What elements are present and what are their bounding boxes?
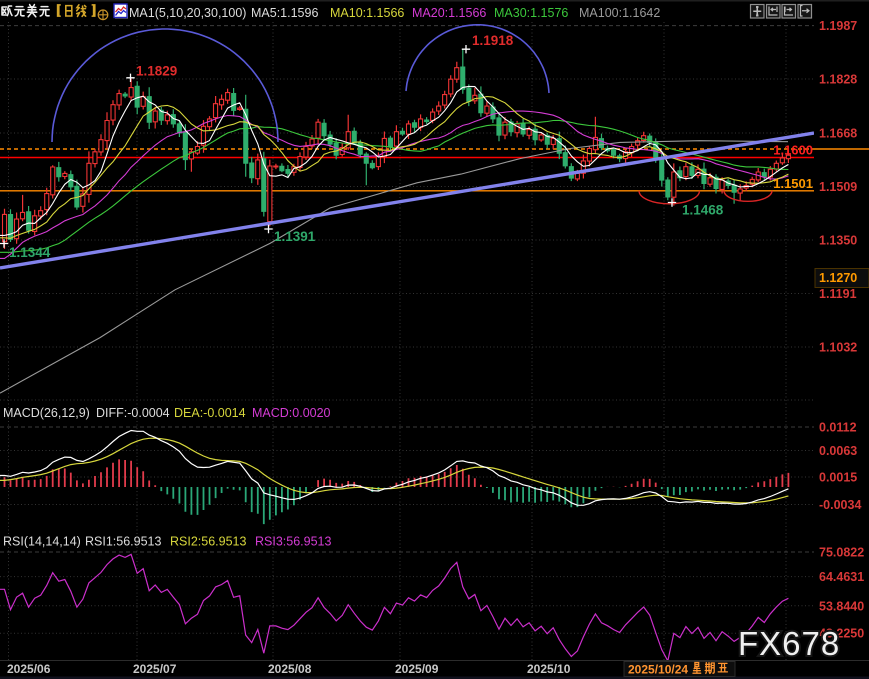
svg-text:MA30:1.1576: MA30:1.1576 [494,6,568,20]
svg-text:2025/10: 2025/10 [527,662,571,676]
svg-text:MA1(5,10,20,30,100): MA1(5,10,20,30,100) [129,6,246,20]
svg-text:FX678: FX678 [738,625,840,662]
svg-text:MA10:1.1566: MA10:1.1566 [330,6,404,20]
svg-text:1.1350: 1.1350 [819,234,857,248]
svg-text:1.1468: 1.1468 [682,203,724,218]
svg-text:64.4631: 64.4631 [819,570,864,584]
svg-text:DEA:-0.0014: DEA:-0.0014 [174,406,246,420]
svg-text:MACD:0.0020: MACD:0.0020 [252,406,331,420]
svg-text:75.0822: 75.0822 [819,546,864,560]
svg-text:1.1032: 1.1032 [819,341,857,355]
svg-text:MA100:1.1642: MA100:1.1642 [579,6,660,20]
svg-text:53.8440: 53.8440 [819,599,864,613]
svg-text:1.1600: 1.1600 [773,143,813,158]
svg-text:RSI2:56.9513: RSI2:56.9513 [170,535,246,549]
svg-text:1.1509: 1.1509 [819,180,857,194]
svg-text:MA20:1.1566: MA20:1.1566 [412,6,486,20]
svg-text:RSI3:56.9513: RSI3:56.9513 [255,535,331,549]
svg-text:0.0015: 0.0015 [819,471,857,485]
svg-text:0.0112: 0.0112 [819,421,857,435]
svg-text:1.1391: 1.1391 [274,229,316,244]
svg-text:1.1828: 1.1828 [819,73,857,87]
svg-text:2025/06: 2025/06 [7,662,51,676]
svg-text:2025/09: 2025/09 [395,662,439,676]
svg-text:MA5:1.1596: MA5:1.1596 [251,6,318,20]
svg-text:1.1918: 1.1918 [472,33,514,48]
svg-text:1.1501: 1.1501 [773,176,813,191]
svg-text:1.1987: 1.1987 [819,19,857,33]
svg-text:RSI1:56.9513: RSI1:56.9513 [85,535,161,549]
svg-text:2025/08: 2025/08 [268,662,312,676]
svg-text:2025/07: 2025/07 [133,662,177,676]
svg-text:1.1668: 1.1668 [819,127,857,141]
svg-text:1.1270: 1.1270 [819,271,857,285]
svg-text:MACD(26,12,9): MACD(26,12,9) [3,406,90,420]
svg-text:DIFF:-0.0004: DIFF:-0.0004 [96,406,170,420]
svg-text:1.1191: 1.1191 [819,287,857,301]
svg-text:0.0063: 0.0063 [819,444,857,458]
svg-text:1.1344: 1.1344 [9,245,51,260]
svg-text:2025/10/24: 2025/10/24 [628,663,688,677]
svg-text:-0.0034: -0.0034 [819,498,861,512]
svg-text:RSI(14,14,14): RSI(14,14,14) [3,535,81,549]
svg-text:1.1829: 1.1829 [136,64,177,79]
